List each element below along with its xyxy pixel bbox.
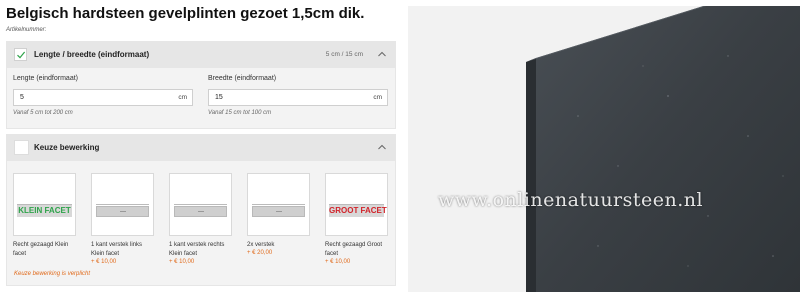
stone-slab-image bbox=[408, 6, 800, 292]
length-hint: Vanaf 5 cm tot 200 cm bbox=[13, 110, 73, 116]
watermark-text: www.onlinenatuursteen.nl bbox=[438, 189, 704, 211]
option-image-slab bbox=[96, 206, 149, 217]
validation-error: Keuze bewerking is verplicht bbox=[14, 271, 91, 277]
option-card-2x-verstek[interactable] bbox=[247, 173, 310, 236]
option-card-groot-facet[interactable]: GROOT FACET bbox=[325, 173, 388, 236]
width-value: 15 bbox=[215, 94, 223, 101]
product-image: www.onlinenatuursteen.nl bbox=[408, 6, 800, 292]
option-caption: Recht gezaagd Klein facet bbox=[13, 242, 69, 257]
page-title: Belgisch hardsteen gevelplinten gezoet 1… bbox=[6, 5, 365, 22]
option-image-slab bbox=[174, 206, 227, 217]
option-image-text: KLEIN FACET bbox=[17, 204, 72, 217]
option-image-edge bbox=[252, 204, 305, 205]
option-image-text: GROOT FACET bbox=[329, 204, 387, 217]
option-price: + € 10,00 bbox=[325, 259, 351, 265]
product-config-panel: Belgisch hardsteen gevelplinten gezoet 1… bbox=[0, 0, 400, 292]
processing-section-header[interactable]: Keuze bewerking bbox=[7, 135, 395, 161]
processing-checkbox[interactable] bbox=[14, 140, 29, 155]
length-label: Lengte (eindformaat) bbox=[13, 75, 78, 82]
option-caption: 1 kant verstek rechts Klein facet bbox=[169, 242, 225, 257]
option-caption: 2x verstek bbox=[247, 242, 275, 248]
length-value: 5 bbox=[20, 94, 24, 101]
dimensions-section: Lengte / breedte (eindformaat) 5 cm / 15… bbox=[6, 41, 396, 129]
width-label: Breedte (eindformaat) bbox=[208, 75, 277, 82]
length-input[interactable]: 5 cm bbox=[13, 89, 193, 106]
dimensions-section-header[interactable]: Lengte / breedte (eindformaat) 5 cm / 15… bbox=[7, 42, 395, 68]
option-price: + € 10,00 bbox=[91, 259, 117, 265]
option-image-edge bbox=[174, 204, 227, 205]
option-image-edge bbox=[96, 204, 149, 205]
processing-section-title: Keuze bewerking bbox=[34, 143, 100, 152]
width-unit: cm bbox=[373, 94, 382, 101]
chevron-up-icon[interactable] bbox=[377, 50, 387, 58]
option-caption: 1 kant verstek links Klein facet bbox=[91, 242, 143, 257]
option-image-slab bbox=[252, 206, 305, 217]
option-price: + € 20,00 bbox=[247, 250, 273, 256]
dimensions-section-title: Lengte / breedte (eindformaat) bbox=[34, 50, 150, 59]
processing-section: Keuze bewerking KLEIN FACET Recht gezaag… bbox=[6, 134, 396, 286]
option-price: + € 10,00 bbox=[169, 259, 195, 265]
width-input[interactable]: 15 cm bbox=[208, 89, 388, 106]
option-caption: Recht gezaagd Groot facet bbox=[325, 242, 383, 257]
length-unit: cm bbox=[178, 94, 187, 101]
option-card-verstek-rechts[interactable] bbox=[169, 173, 232, 236]
dimensions-summary: 5 cm / 15 cm bbox=[325, 51, 363, 58]
option-card-verstek-links[interactable] bbox=[91, 173, 154, 236]
option-card-klein-facet[interactable]: KLEIN FACET bbox=[13, 173, 76, 236]
checkmark-icon bbox=[16, 51, 25, 58]
width-hint: Vanaf 15 cm tot 100 cm bbox=[208, 110, 272, 116]
chevron-up-icon[interactable] bbox=[377, 143, 387, 151]
article-number-label: Artikelnummer: bbox=[6, 27, 47, 33]
dimensions-checkbox[interactable] bbox=[14, 48, 27, 61]
